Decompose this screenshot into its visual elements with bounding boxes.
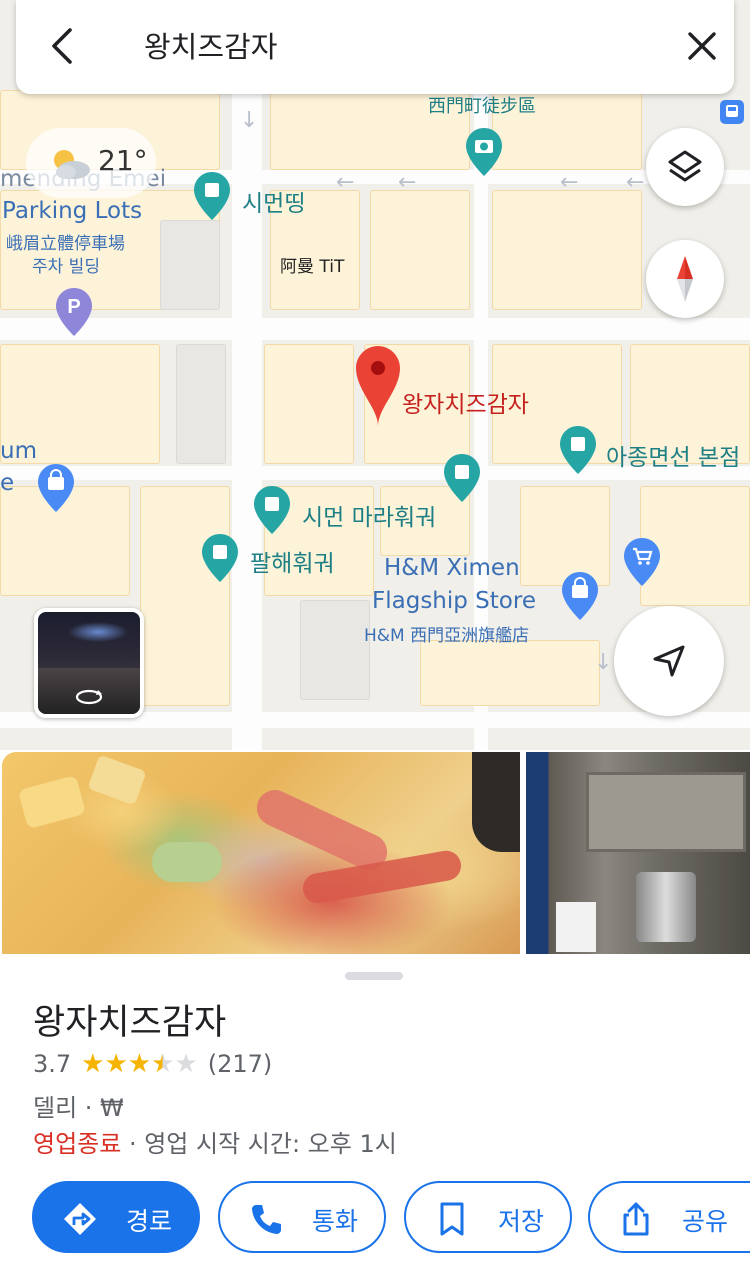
oneway-arrow-icon: ← [626, 170, 645, 195]
shopping-bag-poi-icon[interactable] [36, 462, 76, 514]
navigation-arrow-icon [653, 645, 685, 677]
camera-poi-icon[interactable] [464, 126, 504, 178]
oneway-arrow-icon: ← [398, 170, 417, 195]
parking-poi-icon[interactable]: P [54, 286, 94, 338]
star-rating: ★ ★ ★ ★ ★ [81, 1051, 198, 1077]
label-parking-zh[interactable]: 峨眉立體停車場 [6, 229, 125, 254]
weather-temperature: 21° [98, 144, 148, 177]
restaurant-poi-icon[interactable] [558, 424, 598, 476]
label-selected-place[interactable]: 왕자치즈감자 [402, 385, 529, 419]
review-count: (217) [207, 1050, 273, 1078]
star-half-icon: ★ [151, 1049, 175, 1079]
oneway-arrow-icon: ↓ [594, 650, 613, 675]
map-block [300, 600, 370, 700]
bookmark-icon [440, 1202, 464, 1236]
food-photo-potato [17, 774, 87, 830]
directions-button[interactable]: 경로 [32, 1181, 200, 1253]
directions-icon [64, 1203, 96, 1235]
rotate-360-icon [75, 689, 103, 705]
label-palhae[interactable]: 팔해훠궈 [250, 544, 335, 578]
storefront-photo-menu-board [586, 772, 746, 852]
map-block [140, 486, 230, 706]
share-icon [623, 1202, 649, 1236]
restaurant-poi-icon[interactable] [442, 452, 482, 504]
oneway-arrow-icon: ← [336, 170, 355, 195]
svg-text:P: P [67, 296, 80, 318]
star-full-icon: ★ [127, 1049, 152, 1079]
share-button[interactable]: 공유 [588, 1181, 750, 1253]
compass-button[interactable] [646, 240, 724, 318]
label-ximending-pedestrian[interactable]: 西門町徒步區 [428, 92, 536, 118]
street-view-thumbnail[interactable] [34, 608, 144, 718]
label-hm-line2[interactable]: Flagship Store [372, 588, 536, 614]
map-block [160, 220, 220, 310]
restaurant-poi-icon[interactable] [200, 532, 240, 584]
label-parking-lots[interactable]: Parking Lots [2, 198, 142, 224]
layers-button[interactable] [646, 128, 724, 206]
food-photo[interactable] [2, 752, 520, 954]
map-block [264, 344, 354, 464]
call-button[interactable]: 통화 [218, 1181, 386, 1253]
back-arrow-icon[interactable] [44, 26, 78, 66]
my-location-button[interactable] [614, 606, 724, 716]
label-ximending-ko[interactable]: 시먼띵 [242, 184, 305, 218]
hours-status: 영업종료 [33, 1130, 122, 1158]
food-photo-ham [250, 784, 394, 876]
rating-row[interactable]: 3.7 ★ ★ ★ ★ ★ (217) [33, 1047, 272, 1081]
hours-row[interactable]: 영업종료 · 영업 시작 시간: 오후 1시 [33, 1124, 397, 1159]
map-block [420, 640, 600, 706]
oneway-arrow-icon: ← [560, 170, 579, 195]
oneway-arrow-icon: ↓ [240, 108, 259, 133]
search-query-text[interactable]: 왕치즈감자 [144, 24, 277, 66]
weather-chip[interactable]: 21° [26, 128, 156, 198]
rating-value: 3.7 [33, 1050, 72, 1078]
compass-icon [677, 256, 693, 302]
label-hm-zh[interactable]: H&M 西門亞洲旗艦店 [364, 621, 529, 646]
place-title: 왕자치즈감자 [33, 1003, 227, 1043]
storefront-photo[interactable] [526, 752, 750, 954]
search-bar[interactable]: 왕치즈감자 [16, 0, 734, 94]
food-photo-greens [152, 842, 222, 882]
star-empty-icon: ★ [174, 1049, 198, 1079]
star-full-icon: ★ [81, 1049, 105, 1079]
star-full-icon: ★ [104, 1049, 128, 1079]
label-hm-line1[interactable]: H&M Ximen [384, 555, 520, 581]
restaurant-poi-icon[interactable] [252, 484, 292, 536]
sheet-drag-handle[interactable] [345, 972, 403, 980]
storefront-photo-pot [636, 872, 696, 942]
storefront-photo-counter [556, 902, 596, 952]
save-label: 저장 [498, 1207, 545, 1236]
save-button[interactable]: 저장 [404, 1181, 572, 1253]
street-view-sky [38, 612, 140, 653]
photo-carousel[interactable] [0, 750, 750, 956]
selected-place-pin-icon[interactable] [354, 344, 402, 428]
map-road [0, 318, 750, 340]
partly-cloudy-icon [54, 150, 90, 179]
call-label: 통화 [312, 1207, 359, 1236]
label-amantit[interactable]: 阿曼 TiT [280, 252, 344, 277]
phone-icon [252, 1205, 281, 1234]
food-photo-pan [472, 752, 520, 852]
clear-search-icon[interactable] [684, 28, 720, 64]
label-ajong[interactable]: 아종면선 본점 [606, 438, 740, 472]
hours-detail: · 영업 시작 시간: 오후 1시 [121, 1130, 397, 1158]
place-category: 델리 · ₩ [33, 1094, 124, 1122]
layers-icon [668, 150, 702, 182]
map-block [370, 190, 470, 310]
food-photo-potato [87, 754, 147, 806]
map-block [492, 190, 642, 310]
shopping-bag-poi-icon[interactable] [560, 570, 600, 622]
label-e-partial[interactable]: e [0, 470, 14, 496]
label-parking-ko[interactable]: 주차 빌딩 [32, 252, 100, 277]
directions-label: 경로 [126, 1207, 173, 1236]
map-view[interactable]: ↓ ← ← ← ← ↓ 西門町徒步區 mending Emei Parking … [0, 0, 750, 760]
share-label: 공유 [682, 1207, 729, 1236]
bus-stop-icon[interactable] [720, 100, 744, 124]
shopping-poi-icon[interactable] [192, 170, 232, 222]
label-ximen-mala[interactable]: 시먼 마라훠궈 [302, 498, 436, 532]
shopping-cart-poi-icon[interactable] [622, 536, 662, 588]
label-um-partial[interactable]: um [0, 438, 37, 464]
map-block [176, 344, 226, 464]
